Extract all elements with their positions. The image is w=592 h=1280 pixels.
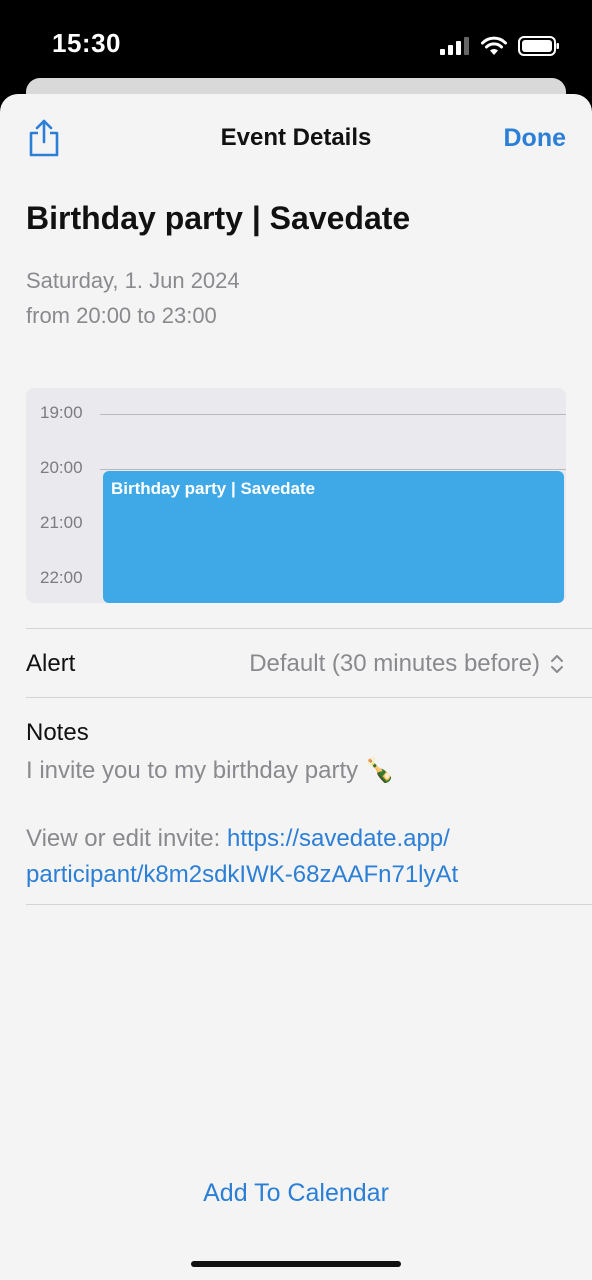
invite-line: View or edit invite: https://savedate.ap…	[26, 825, 450, 853]
event-title: Birthday party | Savedate	[26, 200, 411, 236]
alert-selector[interactable]: Default (30 minutes before)	[249, 650, 564, 678]
wifi-icon	[481, 36, 507, 55]
timeline-hour-label: 19:00	[40, 403, 83, 422]
battery-icon	[518, 36, 559, 56]
status-time: 15:30	[52, 28, 121, 58]
divider	[26, 904, 592, 905]
divider	[26, 628, 592, 629]
timeline-event-block: Birthday party | Savedate	[103, 471, 564, 603]
timeline-hour-label: 21:00	[40, 513, 83, 532]
invite-link[interactable]: https://savedate.app/	[227, 825, 450, 852]
invite-prefix: View or edit invite:	[26, 825, 227, 852]
timeline-hour-line	[100, 469, 566, 470]
status-icons	[440, 36, 560, 56]
timeline-hour-label: 22:00	[40, 568, 83, 587]
done-button[interactable]: Done	[504, 124, 567, 153]
add-to-calendar-button[interactable]: Add To Calendar	[0, 1179, 592, 1208]
day-timeline-preview: 19:00 20:00 21:00 22:00 Birthday party |…	[26, 388, 566, 603]
timeline-hour-line	[100, 414, 566, 415]
notes-label: Notes	[26, 719, 89, 746]
timeline-event-label: Birthday party | Savedate	[111, 479, 316, 498]
divider	[26, 697, 592, 698]
nav-bar: Event Details Done	[0, 94, 592, 186]
event-date: Saturday, 1. Jun 2024	[26, 268, 240, 293]
cellular-signal-icon	[440, 37, 469, 55]
timeline-hour-row: 19:00	[26, 403, 566, 422]
invite-link-continued[interactable]: participant/k8m2sdkIWK-68zAAFn71lyAt	[26, 861, 458, 889]
alert-value: Default (30 minutes before)	[249, 650, 540, 677]
event-time-range: from 20:00 to 23:00	[26, 303, 217, 328]
notes-text: I invite you to my birthday party 🍾	[26, 757, 395, 784]
timeline-hour-label: 20:00	[40, 458, 83, 477]
chevron-up-down-icon	[551, 655, 563, 673]
alert-label: Alert	[26, 650, 76, 677]
home-indicator	[191, 1261, 401, 1267]
event-details-sheet: Event Details Done Birthday party | Save…	[0, 94, 592, 1280]
